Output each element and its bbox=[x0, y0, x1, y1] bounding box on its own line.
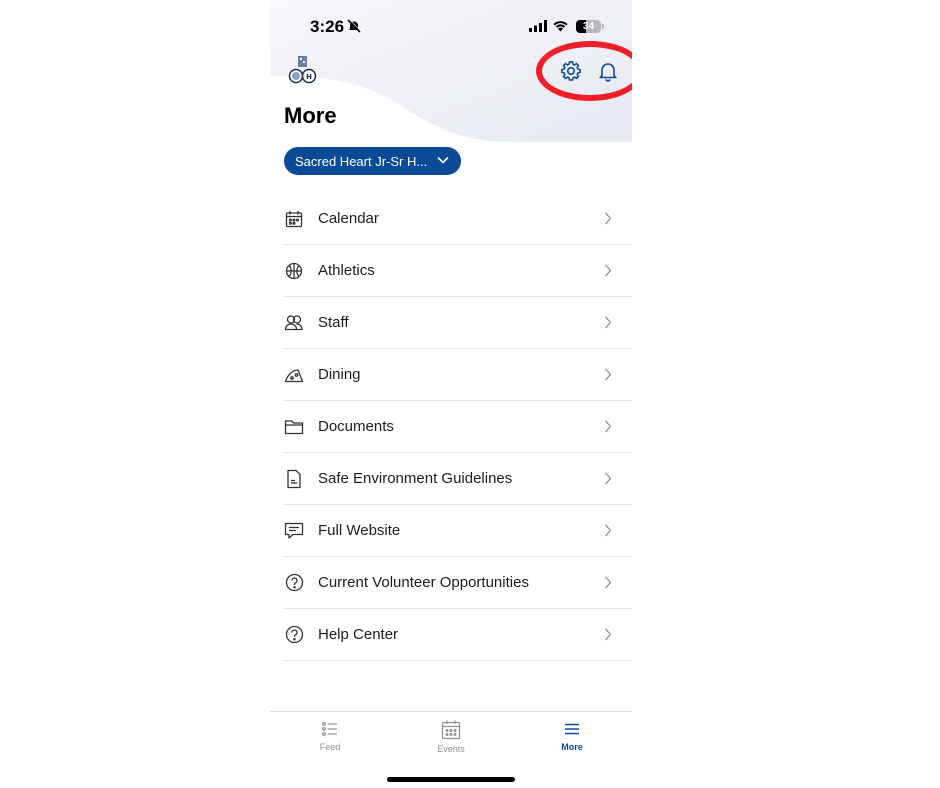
phone-screen: 3:26 34 H More Sacred Heart Jr-Sr H... C… bbox=[270, 0, 632, 788]
menu-item-label: Full Website bbox=[318, 522, 401, 539]
home-indicator[interactable] bbox=[387, 777, 515, 782]
battery-icon: 34 bbox=[576, 20, 601, 33]
page-title: More bbox=[284, 103, 337, 128]
menu-item-documents[interactable]: Documents bbox=[284, 401, 632, 453]
tab-events[interactable]: Events bbox=[391, 720, 511, 754]
menu-item-staff[interactable]: Staff bbox=[284, 297, 632, 349]
calendar-icon bbox=[284, 209, 304, 229]
bottom-tab-bar: Feed Events More bbox=[270, 711, 632, 788]
bell-muted-icon bbox=[347, 19, 361, 33]
menu-item-label: Documents bbox=[318, 418, 394, 435]
menu-item-label: Dining bbox=[318, 366, 361, 383]
menu-item-label: Athletics bbox=[318, 262, 375, 279]
tab-label: Feed bbox=[319, 742, 341, 752]
chevron-right-icon bbox=[605, 316, 612, 329]
basketball-icon bbox=[284, 261, 304, 281]
menu-icon bbox=[565, 723, 579, 735]
chevron-right-icon bbox=[605, 628, 612, 641]
school-selector-label: Sacred Heart Jr-Sr H... bbox=[295, 153, 428, 169]
menu-item-label: Current Volunteer Opportunities bbox=[318, 574, 529, 591]
signal-icon bbox=[529, 20, 547, 32]
chevron-right-icon bbox=[605, 264, 612, 277]
menu-item-safe-environment-guidelines[interactable]: Safe Environment Guidelines bbox=[284, 453, 632, 505]
chevron-right-icon bbox=[605, 420, 612, 433]
wifi-icon bbox=[553, 21, 568, 32]
menu-item-current-volunteer-opportunities[interactable]: Current Volunteer Opportunities bbox=[284, 557, 632, 609]
staff-icon bbox=[284, 313, 304, 333]
menu-item-label: Staff bbox=[318, 314, 349, 331]
menu-item-calendar[interactable]: Calendar bbox=[284, 193, 632, 245]
menu-item-full-website[interactable]: Full Website bbox=[284, 505, 632, 557]
folder-icon bbox=[284, 417, 304, 437]
menu-item-label: Help Center bbox=[318, 626, 399, 643]
menu-item-label: Safe Environment Guidelines bbox=[318, 470, 513, 487]
chevron-right-icon bbox=[605, 212, 612, 225]
status-time: 3:26 bbox=[310, 17, 345, 36]
document-icon bbox=[284, 469, 304, 489]
chevron-right-icon bbox=[605, 576, 612, 589]
svg-text:H: H bbox=[306, 73, 312, 81]
more-menu-list: Calendar Athletics Staff Dining Document… bbox=[284, 193, 632, 661]
tab-label: Events bbox=[437, 744, 465, 754]
pizza-icon bbox=[284, 365, 304, 385]
help-icon bbox=[284, 573, 304, 593]
chevron-down-icon bbox=[437, 156, 449, 164]
chevron-right-icon bbox=[605, 524, 612, 537]
menu-item-label: Calendar bbox=[318, 210, 379, 227]
tab-feed[interactable]: Feed bbox=[270, 720, 390, 752]
list-icon bbox=[322, 722, 337, 736]
menu-item-dining[interactable]: Dining bbox=[284, 349, 632, 401]
school-selector-dropdown[interactable]: Sacred Heart Jr-Sr H... bbox=[284, 147, 461, 175]
tab-label: More bbox=[561, 742, 583, 752]
menu-item-help-center[interactable]: Help Center bbox=[284, 609, 632, 661]
calendar-icon bbox=[441, 720, 461, 740]
menu-item-athletics[interactable]: Athletics bbox=[284, 245, 632, 297]
school-logo[interactable]: H bbox=[286, 54, 320, 86]
chevron-right-icon bbox=[605, 472, 612, 485]
battery-level: 34 bbox=[582, 21, 595, 32]
chevron-right-icon bbox=[605, 368, 612, 381]
website-icon bbox=[284, 521, 304, 541]
help-icon bbox=[284, 625, 304, 645]
tab-more[interactable]: More bbox=[512, 720, 632, 752]
